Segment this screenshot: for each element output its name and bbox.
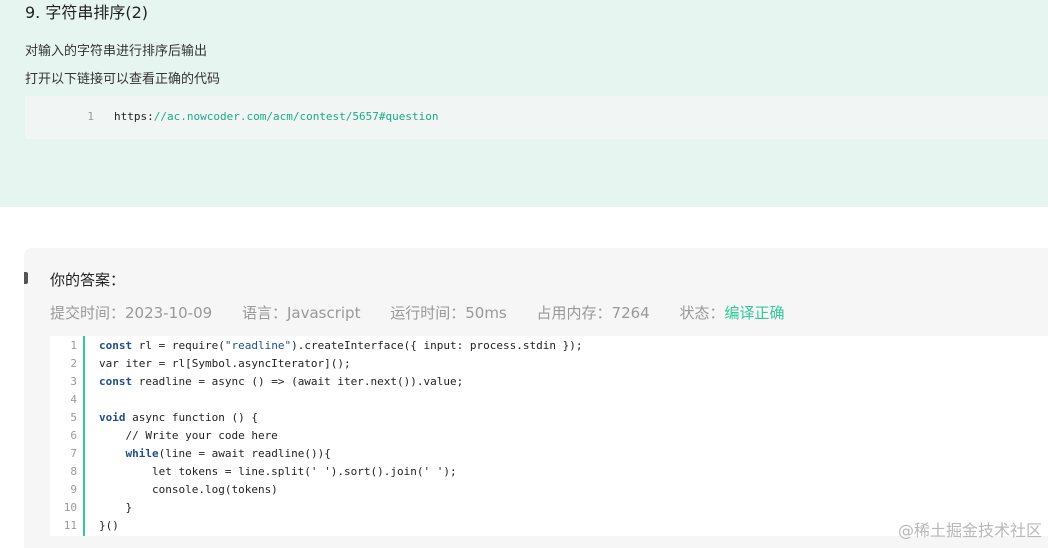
submission-meta: 提交时间：2023-10-09 语言：Javascript 运行时间：50ms …	[50, 302, 810, 324]
keyword: void	[99, 411, 126, 424]
line-number: 1	[70, 339, 77, 352]
url-protocol[interactable]: https:	[114, 110, 154, 123]
code-line: const rl = require("readline").createInt…	[99, 337, 582, 355]
code-text: async function () {	[125, 411, 258, 424]
code-line: }()	[99, 519, 119, 532]
status-label: 状态：	[679, 304, 725, 322]
code-text: ).createInterface({ input: process.stdin…	[291, 339, 583, 352]
problem-panel: 9. 字符串排序(2) 对输入的字符串进行排序后输出 打开以下链接可以查看正确的…	[0, 0, 1048, 207]
line-number-gutter: 1 2 3 4 5 6 7 8 9 10 11	[50, 336, 83, 536]
code-text: readline = async () => (await iter.next(…	[132, 375, 464, 388]
gutter-accent-border	[83, 336, 85, 536]
line-number: 9	[70, 483, 77, 496]
solution-link[interactable]: https://ac.nowcoder.com/acm/contest/5657…	[114, 108, 439, 126]
keyword: const	[99, 339, 133, 352]
line-number: 4	[70, 393, 77, 406]
keyword: const	[99, 375, 133, 388]
status-value: 编译正确	[724, 304, 785, 322]
line-number: 6	[70, 429, 77, 442]
string-literal: "readline"	[224, 339, 292, 352]
line-number: 2	[70, 357, 77, 370]
line-number: 11	[63, 519, 77, 532]
code-line: const readline = async () => (await iter…	[99, 373, 582, 391]
code-lines[interactable]: const rl = require("readline").createInt…	[99, 336, 582, 535]
code-line: var iter = rl[Symbol.asyncIterator]();	[99, 357, 351, 370]
link-code-block: 1 https://ac.nowcoder.com/acm/contest/56…	[25, 96, 1048, 139]
answer-heading: 你的答案：	[50, 271, 126, 289]
language: 语言：Javascript	[241, 304, 361, 322]
line-number: 1	[87, 110, 94, 123]
code-line: while(line = await readline()){	[99, 445, 582, 463]
problem-title: 9. 字符串排序(2)	[25, 3, 149, 22]
line-number: 7	[70, 447, 77, 460]
line-number: 5	[70, 411, 77, 424]
problem-description: 对输入的字符串进行排序后输出	[25, 44, 208, 59]
code-text: (line = await readline()){	[158, 447, 331, 460]
line-number: 10	[63, 501, 77, 514]
memory-usage: 占用内存：7264	[536, 304, 650, 322]
code-comment: // Write your code here	[99, 429, 278, 442]
code-editor[interactable]: 1 2 3 4 5 6 7 8 9 10 11 const rl = requi…	[50, 336, 1048, 536]
code-line: console.log(tokens)	[99, 483, 278, 496]
status: 状态：编译正确	[680, 302, 785, 324]
code-line: }	[99, 501, 133, 514]
code-text: rl = require(	[132, 339, 225, 352]
link-hint: 打开以下链接可以查看正确的代码	[25, 72, 221, 87]
heading-marker	[24, 272, 28, 284]
run-time: 运行时间：50ms	[390, 304, 507, 322]
line-number: 3	[70, 375, 77, 388]
line-number: 8	[70, 465, 77, 478]
code-line: let tokens = line.split(' ').sort().join…	[99, 465, 457, 478]
url-path[interactable]: //ac.nowcoder.com/acm/contest/5657#quest…	[154, 110, 439, 123]
watermark: @稀土掘金技术社区	[897, 521, 1042, 540]
submit-time: 提交时间：2023-10-09	[50, 304, 213, 322]
keyword: while	[125, 447, 159, 460]
code-line: void async function () {	[99, 409, 582, 427]
